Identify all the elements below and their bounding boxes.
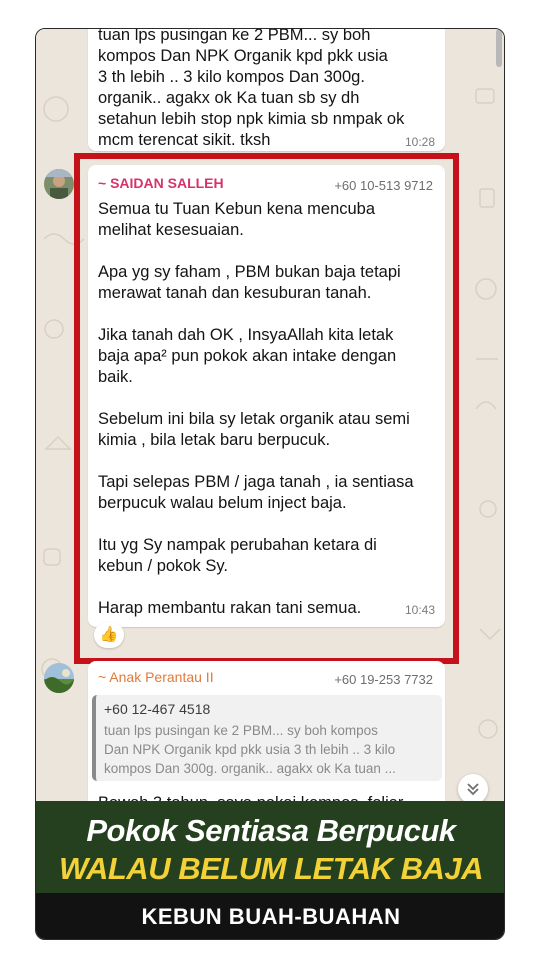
sender-name[interactable]: ~ Anak Perantau II — [98, 669, 214, 685]
sender-phone: +60 19-253 7732 — [334, 672, 433, 687]
avatar-saidan-salleh[interactable] — [44, 169, 74, 199]
avatar-anak-perantau[interactable] — [44, 663, 74, 693]
reaction-thumbs-up-icon[interactable]: 👍 — [94, 622, 124, 648]
quoted-text: tuan lps pusingan ke 2 PBM... sy boh kom… — [104, 723, 396, 776]
banner-line-1: Pokok Sentiasa Berpucuk — [86, 813, 456, 848]
message-text: Semua tu Tuan Kebun kena mencuba melihat… — [98, 200, 414, 617]
message-timestamp: 10:28 — [404, 135, 435, 149]
sender-phone: +60 10-513 9712 — [334, 178, 433, 193]
banner-line-2: WALAU BELUM LETAK BAJA — [58, 851, 484, 886]
quoted-message[interactable]: +60 12-467 4518 tuan lps pusingan ke 2 P… — [92, 695, 442, 781]
message-text: tuan lps pusingan ke 2 PBM... sy boh kom… — [98, 29, 405, 149]
quoted-phone: +60 12-467 4518 — [104, 701, 211, 717]
chat-scrollbar[interactable] — [496, 29, 502, 67]
message-bubble-previous[interactable]: tuan lps pusingan ke 2 PBM... sy boh kom… — [88, 29, 445, 151]
message-text-partial: Bawah 3 tahun, saya pakai kompos, foliar — [98, 793, 435, 801]
sender-name[interactable]: ~ SAIDAN SALLEH — [98, 175, 224, 191]
screenshot-frame: tuan lps pusingan ke 2 PBM... sy boh kom… — [35, 28, 505, 940]
message-bubble-main[interactable]: ~ SAIDAN SALLEH +60 10-513 9712 Semua tu… — [88, 165, 445, 627]
scroll-down-icon[interactable] — [458, 774, 488, 801]
message-timestamp: 10:43 — [404, 603, 435, 617]
footer-label: KEBUN BUAH-BUAHAN — [36, 893, 504, 939]
title-banner: Pokok Sentiasa Berpucuk WALAU BELUM LETA… — [36, 801, 504, 893]
chat-area[interactable]: tuan lps pusingan ke 2 PBM... sy boh kom… — [36, 29, 504, 801]
